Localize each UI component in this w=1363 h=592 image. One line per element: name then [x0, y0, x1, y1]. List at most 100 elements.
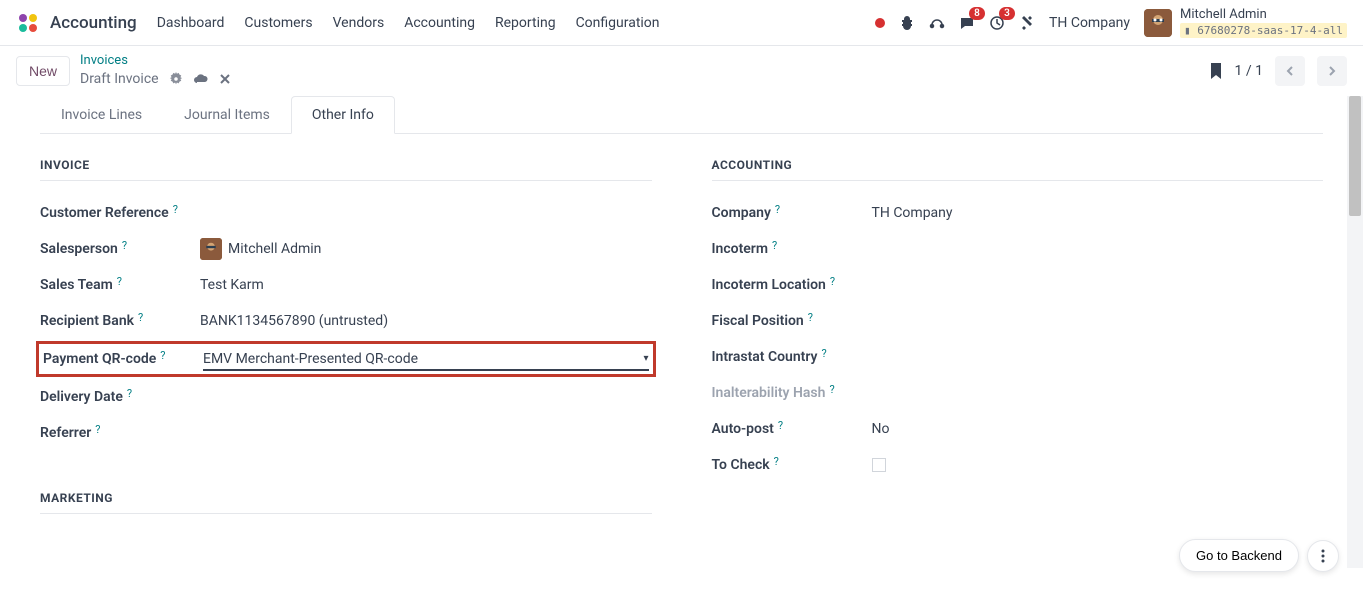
menu-reporting[interactable]: Reporting: [495, 15, 556, 31]
control-panel-right: 1 / 1: [1209, 56, 1347, 86]
help-icon[interactable]: ?: [778, 419, 783, 432]
help-icon[interactable]: ?: [822, 347, 827, 360]
menu-dashboard[interactable]: Dashboard: [157, 15, 225, 31]
tab-other-info[interactable]: Other Info: [291, 96, 395, 134]
pager-counter[interactable]: 1 / 1: [1235, 63, 1263, 79]
value-company[interactable]: TH Company: [872, 205, 1324, 221]
menu-customers[interactable]: Customers: [244, 15, 312, 31]
chevron-down-icon: ▾: [643, 353, 648, 364]
tab-journal-items[interactable]: Journal Items: [163, 96, 291, 133]
value-auto-post[interactable]: No: [872, 421, 1324, 437]
menu-configuration[interactable]: Configuration: [576, 15, 660, 31]
help-icon[interactable]: ?: [829, 383, 834, 396]
value-sales-team[interactable]: Test Karm: [200, 277, 652, 293]
help-icon[interactable]: ?: [117, 275, 122, 288]
scrollbar-thumb[interactable]: [1349, 96, 1361, 216]
section-title-invoice: INVOICE: [40, 158, 652, 181]
kebab-icon: [1321, 549, 1325, 563]
label-fiscal-position: Fiscal Position?: [712, 313, 872, 329]
form-view: Invoice Lines Journal Items Other Info I…: [0, 96, 1347, 568]
help-icon[interactable]: ?: [808, 311, 813, 324]
breadcrumb: Invoices Draft Invoice: [80, 53, 231, 88]
accounting-section: ACCOUNTING Company? TH Company Incoterm?…: [712, 158, 1324, 528]
user-menu[interactable]: Mitchell Admin ▮ 67680278-saas-17-4-all: [1144, 7, 1347, 38]
label-delivery-date: Delivery Date?: [40, 389, 200, 405]
activities-badge: 3: [999, 7, 1015, 20]
tab-invoice-lines[interactable]: Invoice Lines: [40, 96, 163, 133]
field-salesperson: Salesperson? Mitchell Admin: [40, 231, 652, 267]
form-columns: INVOICE Customer Reference? Salesperson?…: [40, 158, 1323, 528]
app-name[interactable]: Accounting: [50, 13, 137, 33]
value-recipient-bank[interactable]: BANK1134567890 (untrusted): [200, 313, 652, 329]
pager-next-button[interactable]: [1317, 56, 1347, 86]
breadcrumb-current: Draft Invoice: [80, 70, 231, 88]
main-navbar: Accounting Dashboard Customers Vendors A…: [0, 0, 1363, 46]
label-to-check: To Check?: [712, 457, 872, 473]
field-inalterability-hash: Inalterability Hash?: [712, 375, 1324, 411]
salesperson-avatar-icon: [200, 238, 222, 260]
field-payment-qr-code: Payment QR-code? EMV Merchant-Presented …: [36, 341, 656, 377]
label-recipient-bank: Recipient Bank?: [40, 313, 200, 329]
label-incoterm-location: Incoterm Location?: [712, 277, 872, 293]
tools-icon[interactable]: [1019, 15, 1035, 31]
go-to-backend-button[interactable]: Go to Backend: [1179, 539, 1299, 572]
discard-icon[interactable]: [219, 73, 231, 85]
label-payment-qr-code: Payment QR-code?: [43, 351, 203, 367]
help-icon[interactable]: ?: [772, 239, 777, 252]
label-auto-post: Auto-post?: [712, 421, 872, 437]
database-icon: ▮: [1184, 24, 1191, 37]
help-icon[interactable]: ?: [830, 275, 835, 288]
help-icon[interactable]: ?: [95, 423, 100, 436]
label-salesperson: Salesperson?: [40, 241, 200, 257]
bookmark-icon[interactable]: [1209, 63, 1223, 79]
messages-badge: 8: [969, 7, 985, 20]
field-company: Company? TH Company: [712, 195, 1324, 231]
value-salesperson[interactable]: Mitchell Admin: [200, 238, 652, 260]
help-icon[interactable]: ?: [138, 311, 143, 324]
menu-accounting[interactable]: Accounting: [404, 15, 475, 31]
help-icon[interactable]: ?: [127, 387, 132, 400]
section-title-accounting: ACCOUNTING: [712, 158, 1324, 181]
label-referrer: Referrer?: [40, 425, 200, 441]
section-title-marketing: MARKETING: [40, 491, 652, 514]
label-sales-team: Sales Team?: [40, 277, 200, 293]
invoice-section: INVOICE Customer Reference? Salesperson?…: [40, 158, 652, 528]
payment-qr-code-select[interactable]: EMV Merchant-Presented QR-code ▾: [203, 349, 649, 370]
user-name: Mitchell Admin: [1180, 7, 1347, 23]
activities-icon[interactable]: 3: [989, 15, 1005, 31]
recording-indicator-icon[interactable]: [875, 18, 885, 28]
field-fiscal-position: Fiscal Position?: [712, 303, 1324, 339]
vertical-scrollbar[interactable]: [1347, 96, 1363, 568]
help-icon[interactable]: ?: [775, 203, 780, 216]
label-inalterability-hash: Inalterability Hash?: [712, 385, 872, 401]
app-logo-icon[interactable]: [16, 11, 40, 35]
field-customer-reference: Customer Reference?: [40, 195, 652, 231]
to-check-checkbox[interactable]: [872, 458, 886, 472]
label-customer-reference: Customer Reference?: [40, 205, 200, 221]
more-actions-button[interactable]: [1307, 540, 1339, 572]
field-auto-post: Auto-post? No: [712, 411, 1324, 447]
field-sales-team: Sales Team? Test Karm: [40, 267, 652, 303]
user-info: Mitchell Admin ▮ 67680278-saas-17-4-all: [1180, 7, 1347, 38]
pager-prev-button[interactable]: [1275, 56, 1305, 86]
new-button[interactable]: New: [16, 56, 70, 86]
help-icon[interactable]: ?: [160, 349, 165, 362]
field-referrer: Referrer?: [40, 415, 652, 451]
label-incoterm: Incoterm?: [712, 241, 872, 257]
bug-icon[interactable]: [899, 15, 915, 31]
company-switcher[interactable]: TH Company: [1049, 15, 1130, 31]
main-menu: Dashboard Customers Vendors Accounting R…: [157, 15, 660, 31]
support-icon[interactable]: [929, 15, 945, 31]
label-intrastat-country: Intrastat Country?: [712, 349, 872, 365]
help-icon[interactable]: ?: [122, 239, 127, 252]
field-incoterm-location: Incoterm Location?: [712, 267, 1324, 303]
menu-vendors[interactable]: Vendors: [333, 15, 385, 31]
messages-icon[interactable]: 8: [959, 15, 975, 31]
gear-icon[interactable]: [169, 72, 183, 86]
cloud-icon[interactable]: [193, 72, 209, 86]
breadcrumb-parent[interactable]: Invoices: [80, 53, 231, 70]
topbar-right: 8 3 TH Company Mitchell Admin ▮ 67680278…: [875, 7, 1347, 38]
field-intrastat-country: Intrastat Country?: [712, 339, 1324, 375]
help-icon[interactable]: ?: [173, 203, 178, 216]
help-icon[interactable]: ?: [774, 455, 779, 468]
